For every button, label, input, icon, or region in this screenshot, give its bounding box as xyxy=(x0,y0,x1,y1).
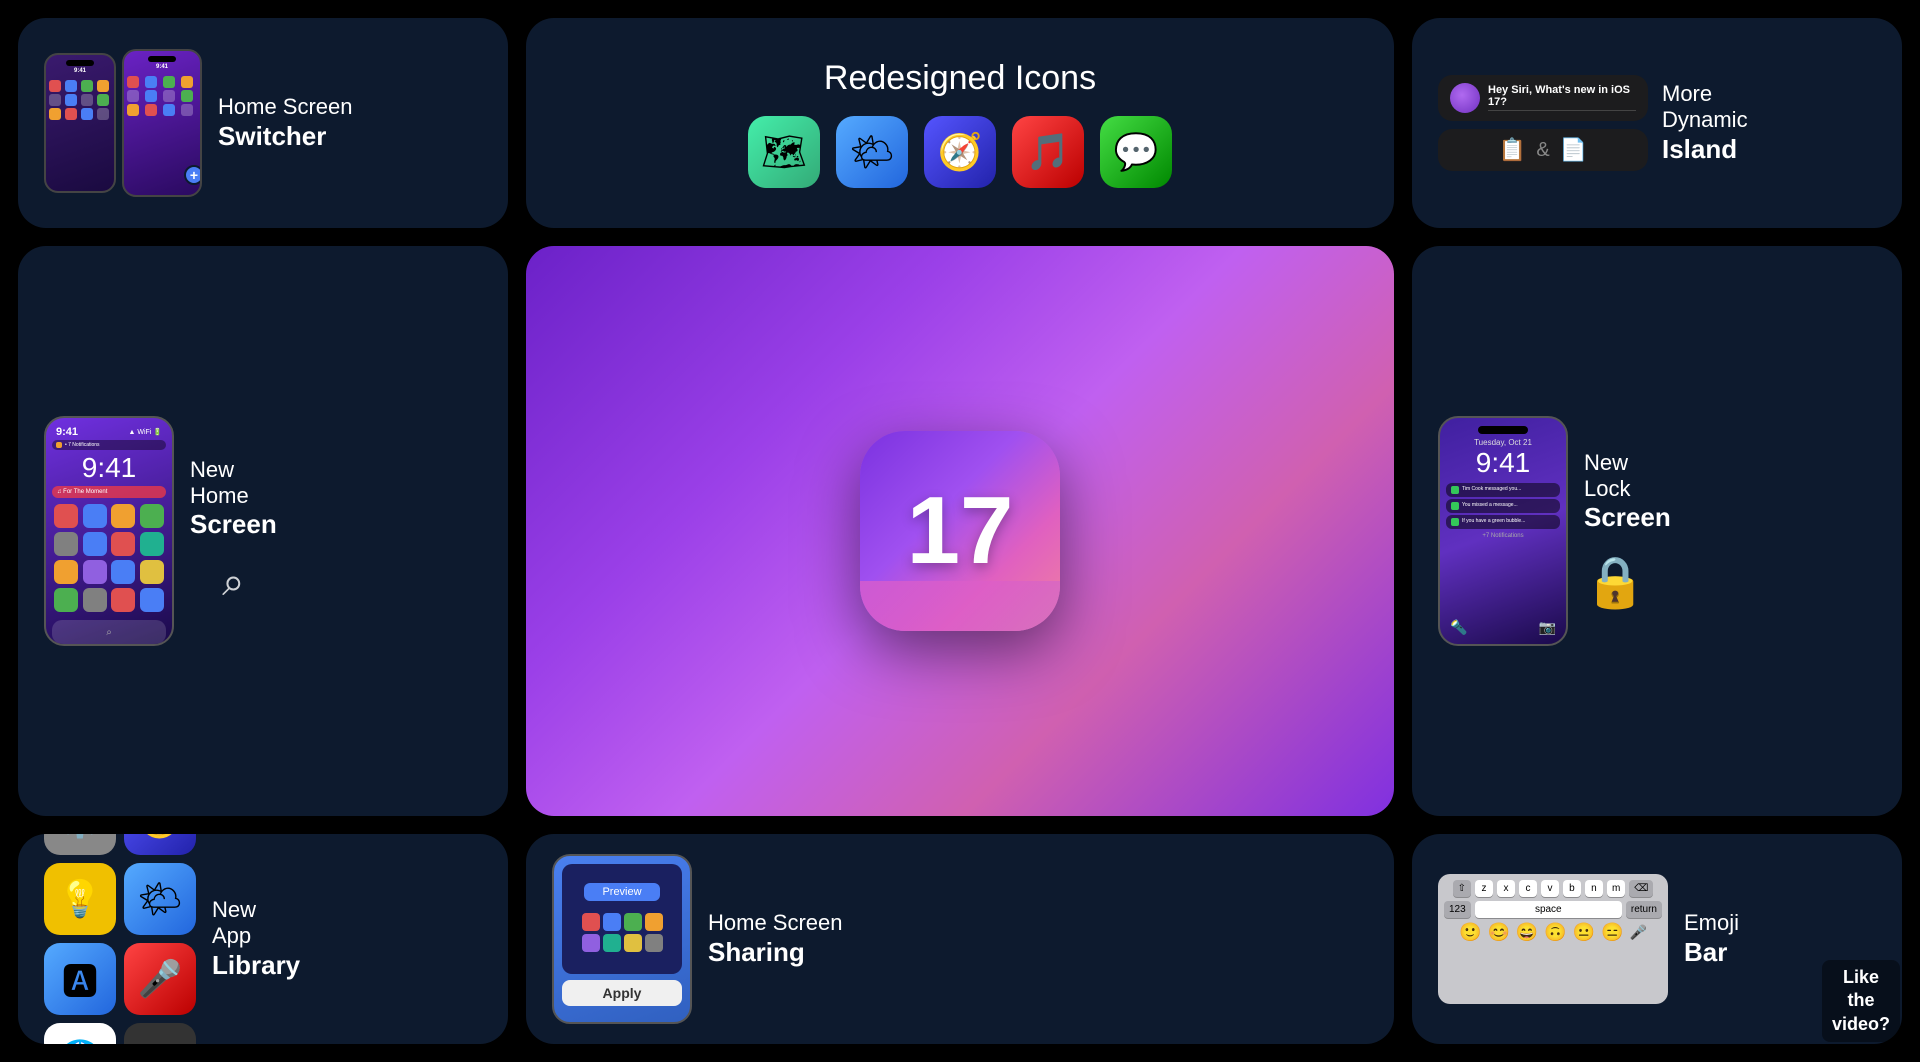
weather-library-icon: 🌤 xyxy=(124,863,196,935)
phone-notch xyxy=(66,60,94,66)
maps-icon: 🗺 xyxy=(748,116,820,188)
card-redesigned-icons: Redesigned Icons 🗺 🌤 🧭 🎵 💬 xyxy=(526,18,1394,228)
appstore-icon: 🅰 xyxy=(44,943,116,1015)
copy-icon: 📋 xyxy=(1499,137,1526,163)
card-app-library: ⚙️ 🧭 💡 🌤 🅰 🎤 🌐 📷 New App Library xyxy=(18,834,508,1044)
keyboard-mock: ⇧ z x c v b n m ⌫ 123 space return 🙂 😊 😄 xyxy=(1438,874,1668,1004)
home-notification: • 7 Notifications xyxy=(52,440,166,450)
card-new-home-screen: 9:41 ▲ WiFi 🔋 • 7 Notifications 9:41 ♫ F… xyxy=(18,246,508,816)
phone-plus-badge: + xyxy=(184,165,202,185)
home-screen-title: New Home Screen xyxy=(190,457,277,541)
card-switcher: 9:41 9:41 xyxy=(18,18,508,228)
lock-time: 9:41 xyxy=(1446,447,1560,479)
lock-notif-2: You missed a message... xyxy=(1446,499,1560,513)
camera-icon: 📷 xyxy=(1539,619,1556,636)
redesigned-icons-title: Redesigned Icons xyxy=(824,58,1096,99)
microphone-icon[interactable]: 🎤 xyxy=(1630,924,1647,941)
delete-key[interactable]: ⌫ xyxy=(1629,880,1653,897)
switcher-phones: 9:41 9:41 xyxy=(44,49,202,197)
search-icon: ⌕ xyxy=(222,560,244,605)
key-n[interactable]: n xyxy=(1585,880,1603,897)
siri-dot xyxy=(1450,83,1480,113)
switcher-title: Home Screen Switcher xyxy=(218,94,353,152)
flashlight-icon: 🔦 xyxy=(1450,619,1467,636)
ios17-wave xyxy=(860,581,1060,631)
app-library-grid: ⚙️ 🧭 💡 🌤 🅰 🎤 🌐 📷 xyxy=(44,834,196,1044)
siri-text: Hey Siri, What's new in iOS 17? xyxy=(1488,84,1636,113)
sharing-phone-mock: Preview Apply xyxy=(552,854,692,1024)
lock-notifications: Tim Cook messaged you... You missed a me… xyxy=(1446,483,1560,529)
paste-icon: 📄 xyxy=(1560,137,1587,163)
phone-status-front: 9:41 xyxy=(124,64,200,70)
emoji-expressionless: 😑 xyxy=(1601,922,1623,943)
keyboard-row-1: ⇧ z x c v b n m ⌫ xyxy=(1444,880,1662,897)
space-key[interactable]: space xyxy=(1475,901,1622,918)
lock-notif-3: If you have a green bubble... xyxy=(1446,515,1560,529)
music-icon: 🎵 xyxy=(1012,116,1084,188)
emoji-upside: 🙃 xyxy=(1544,922,1566,943)
emoji-bar-title: Emoji Bar xyxy=(1684,910,1739,968)
key-b[interactable]: b xyxy=(1563,880,1581,897)
keyboard-row-2: 123 space return xyxy=(1444,901,1662,918)
siri-bar: Hey Siri, What's new in iOS 17? xyxy=(1438,75,1648,121)
card-dynamic-island: Hey Siri, What's new in iOS 17? 📋 & 📄 Mo… xyxy=(1412,18,1902,228)
key-z[interactable]: z xyxy=(1475,880,1493,897)
ios17-number: 17 xyxy=(907,483,1014,579)
dynamic-island-title: More Dynamic Island xyxy=(1662,81,1748,165)
key-x[interactable]: x xyxy=(1497,880,1515,897)
card-home-screen-sharing: Preview Apply Home Screen Sharing xyxy=(526,834,1394,1044)
phone-notch-front xyxy=(148,56,176,62)
home-big-time: 9:41 xyxy=(52,452,166,484)
app-library-title: New App Library xyxy=(212,897,300,981)
lock-date: Tuesday, Oct 21 xyxy=(1446,438,1560,447)
phone-back: 9:41 xyxy=(44,53,116,193)
emoji-bar-row: 🙂 😊 😄 🙃 😐 😑 🎤 xyxy=(1444,922,1662,943)
phone-icon-grid-front xyxy=(124,73,200,119)
like-badge: Like the video? xyxy=(1822,960,1900,1042)
icons-row: 🗺 🌤 🧭 🎵 💬 xyxy=(748,116,1172,188)
sharing-title: Home Screen Sharing xyxy=(708,910,843,968)
messages-icon: 💬 xyxy=(1100,116,1172,188)
dynamic-island-demo: Hey Siri, What's new in iOS 17? 📋 & 📄 xyxy=(1438,75,1648,171)
card-ios17-center: 17 xyxy=(526,246,1394,816)
home-status-bar: 9:41 ▲ WiFi 🔋 xyxy=(52,426,166,438)
emoji-smiling: 😊 xyxy=(1487,922,1509,943)
lock-screen-phone-mock: Tuesday, Oct 21 9:41 Tim Cook messaged y… xyxy=(1438,416,1568,646)
safari-icon: 🧭 xyxy=(924,116,996,188)
home-icons-grid xyxy=(52,502,166,614)
copy-bar: 📋 & 📄 xyxy=(1438,129,1648,171)
numbers-key[interactable]: 123 xyxy=(1444,901,1471,918)
ios17-icon: 17 xyxy=(860,431,1060,631)
phone-status-back: 9:41 xyxy=(46,68,114,74)
settings-icon: ⚙️ xyxy=(44,834,116,855)
emoji-smiley: 🙂 xyxy=(1459,922,1481,943)
lock-dynamic-island xyxy=(1478,426,1528,434)
shift-key[interactable]: ⇧ xyxy=(1453,880,1471,897)
lock-icon: 🔒 xyxy=(1584,554,1646,610)
bulb-icon: 💡 xyxy=(44,863,116,935)
lock-notif-1: Tim Cook messaged you... xyxy=(1446,483,1560,497)
weather-icon: 🌤 xyxy=(836,116,908,188)
safari-library-icon: 🧭 xyxy=(124,834,196,855)
phone-icon-grid-back xyxy=(46,77,114,123)
sharing-apply-button[interactable]: Apply xyxy=(562,980,682,1006)
phone-front: 9:41 + xyxy=(122,49,202,197)
camera-library-icon: 📷 xyxy=(124,1023,196,1044)
key-c[interactable]: c xyxy=(1519,880,1537,897)
chrome-icon: 🌐 xyxy=(44,1023,116,1044)
home-screen-phone-mock: 9:41 ▲ WiFi 🔋 • 7 Notifications 9:41 ♫ F… xyxy=(44,416,174,646)
lock-screen-title: New Lock Screen xyxy=(1584,450,1671,534)
lock-screen-bottom: 🔦 📷 xyxy=(1440,619,1566,636)
return-key[interactable]: return xyxy=(1626,901,1662,918)
home-search-box: ⌕ xyxy=(52,620,166,644)
waves-icon: 🎤 xyxy=(124,943,196,1015)
emoji-neutral: 😐 xyxy=(1573,922,1595,943)
key-m[interactable]: m xyxy=(1607,880,1625,897)
card-new-lock-screen: Tuesday, Oct 21 9:41 Tim Cook messaged y… xyxy=(1412,246,1902,816)
sharing-preview-label: Preview xyxy=(584,883,659,901)
emoji-grin: 😄 xyxy=(1516,922,1538,943)
key-v[interactable]: v xyxy=(1541,880,1559,897)
home-music-widget: ♫ For The Moment xyxy=(52,486,166,498)
